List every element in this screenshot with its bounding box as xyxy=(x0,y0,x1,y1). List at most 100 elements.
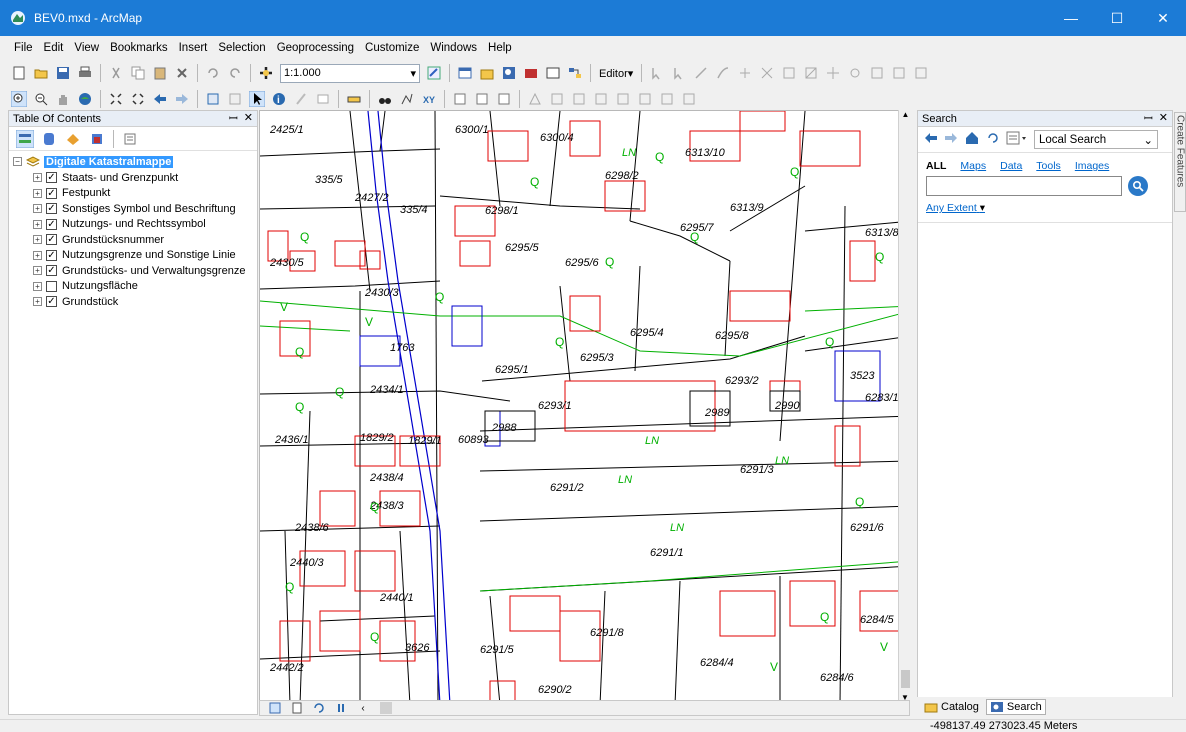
create-features-icon[interactable] xyxy=(912,64,930,82)
expand-icon[interactable]: + xyxy=(33,188,42,198)
zoom-out-icon[interactable] xyxy=(32,90,50,108)
tab-search[interactable]: Search xyxy=(985,699,1046,715)
zoom-in-icon[interactable] xyxy=(10,90,28,108)
list-by-drawing-order-icon[interactable] xyxy=(15,129,35,149)
toc-layer-item[interactable]: + ✓ Nutzungs- und Rechtssymbol xyxy=(9,217,257,233)
new-icon[interactable] xyxy=(10,64,28,82)
model-builder-icon[interactable] xyxy=(566,64,584,82)
toc-layer-item[interactable]: + ✓ Festpunkt xyxy=(9,186,257,202)
pause-drawing-icon[interactable] xyxy=(332,699,350,717)
edit-tool-icon[interactable] xyxy=(648,64,666,82)
menu-windows[interactable]: Windows xyxy=(430,42,477,54)
scroll-thumb[interactable] xyxy=(901,670,910,688)
advanced-editing-icon[interactable] xyxy=(636,90,654,108)
fixed-zoom-out-icon[interactable] xyxy=(129,90,147,108)
map-scale-dropdown[interactable]: 1:1.000 ▾ xyxy=(280,63,420,83)
extent-dropdown[interactable]: Any Extent ▾ xyxy=(918,196,1172,214)
clear-selection-icon[interactable] xyxy=(226,90,244,108)
catalog-window-icon[interactable] xyxy=(478,64,496,82)
cut-polygons-icon[interactable] xyxy=(802,64,820,82)
html-popup-icon[interactable] xyxy=(314,90,332,108)
map-view[interactable]: 2425/1 6300/1 6300/4 6313/10 335/5 2427/2 6298… xyxy=(259,110,910,704)
topology-icon[interactable] xyxy=(526,90,544,108)
add-data-icon[interactable] xyxy=(257,64,275,82)
parcel-editor-icon[interactable] xyxy=(614,90,632,108)
tab-catalog[interactable]: Catalog xyxy=(921,700,982,714)
local-search-dropdown[interactable]: Local Search ⌄ xyxy=(1034,130,1158,149)
menu-selection[interactable]: Selection xyxy=(218,42,265,54)
menu-help[interactable]: Help xyxy=(488,42,512,54)
refresh-icon[interactable] xyxy=(986,131,1000,148)
forward-extent-icon[interactable] xyxy=(173,90,191,108)
identify-icon[interactable]: i xyxy=(270,90,288,108)
layer-visibility-checkbox[interactable]: ✓ xyxy=(46,218,57,230)
search-go-button[interactable] xyxy=(1128,176,1148,196)
close-icon[interactable]: ✕ xyxy=(244,111,253,126)
layer-visibility-checkbox[interactable]: ✓ xyxy=(46,172,57,184)
open-icon[interactable] xyxy=(32,64,50,82)
layer-visibility-checkbox[interactable]: ✓ xyxy=(46,187,57,199)
geometric-network-icon[interactable] xyxy=(680,90,698,108)
toc-layer-item[interactable]: + ✓ Grundstücks- und Verwaltungsgrenze xyxy=(9,263,257,279)
full-extent-icon[interactable] xyxy=(76,90,94,108)
expand-icon[interactable]: + xyxy=(33,219,42,229)
viewer-window-icon[interactable] xyxy=(473,90,491,108)
edit-annotation-icon[interactable] xyxy=(670,64,688,82)
expand-icon[interactable]: + xyxy=(33,266,42,276)
expand-icon[interactable]: + xyxy=(33,173,42,183)
expand-icon[interactable]: + xyxy=(33,204,42,214)
cadastral-map[interactable]: 2425/1 6300/1 6300/4 6313/10 335/5 2427/2 6298… xyxy=(260,111,910,704)
menu-edit[interactable]: Edit xyxy=(44,42,64,54)
select-elements-icon[interactable] xyxy=(248,90,266,108)
back-icon[interactable] xyxy=(924,132,938,147)
time-slider-icon[interactable] xyxy=(451,90,469,108)
find-route-icon[interactable] xyxy=(398,90,416,108)
scroll-up-icon[interactable]: ▲ xyxy=(899,110,912,122)
fixed-zoom-in-icon[interactable] xyxy=(107,90,125,108)
expand-icon[interactable]: + xyxy=(33,250,42,260)
paste-icon[interactable] xyxy=(151,64,169,82)
spatial-adjustment-icon[interactable] xyxy=(570,90,588,108)
expand-icon[interactable]: + xyxy=(33,281,42,291)
maximize-button[interactable]: ☐ xyxy=(1094,0,1140,36)
home-icon[interactable] xyxy=(964,131,980,148)
magnifier-icon[interactable] xyxy=(495,90,513,108)
save-icon[interactable] xyxy=(54,64,72,82)
layer-visibility-checkbox[interactable]: ✓ xyxy=(46,203,57,215)
layer-visibility-checkbox[interactable]: ✓ xyxy=(46,249,57,261)
toc-options-icon[interactable] xyxy=(120,129,140,149)
arctoolbox-icon[interactable] xyxy=(522,64,540,82)
sketch-properties-icon[interactable] xyxy=(890,64,908,82)
toc-layer-item[interactable]: + ✓ Nutzungsgrenze und Sonstige Linie xyxy=(9,248,257,264)
list-by-visibility-icon[interactable] xyxy=(63,129,83,149)
cogo-icon[interactable] xyxy=(592,90,610,108)
undo-icon[interactable] xyxy=(204,64,222,82)
table-of-contents-icon[interactable] xyxy=(456,64,474,82)
refresh-icon[interactable] xyxy=(310,699,328,717)
tab-maps[interactable]: Maps xyxy=(960,160,986,172)
split-icon[interactable] xyxy=(824,64,842,82)
hyperlink-icon[interactable] xyxy=(292,90,310,108)
pin-icon[interactable]: ꟷ xyxy=(1144,111,1153,126)
layer-visibility-checkbox[interactable]: ✓ xyxy=(46,296,57,308)
data-view-icon[interactable] xyxy=(266,699,284,717)
versioning-icon[interactable] xyxy=(658,90,676,108)
menu-view[interactable]: View xyxy=(74,42,99,54)
toc-layer-item[interactable]: + ✓ Grundstücksnummer xyxy=(9,232,257,248)
trace-icon[interactable] xyxy=(714,64,732,82)
reshape-icon[interactable] xyxy=(780,64,798,82)
menu-bookmarks[interactable]: Bookmarks xyxy=(110,42,168,54)
search-input[interactable] xyxy=(926,176,1122,196)
minimize-button[interactable]: — xyxy=(1048,0,1094,36)
search-window-icon[interactable] xyxy=(500,64,518,82)
layout-view-icon[interactable] xyxy=(288,699,306,717)
layer-visibility-checkbox[interactable] xyxy=(46,280,57,292)
layer-visibility-checkbox[interactable]: ✓ xyxy=(46,234,57,246)
tab-images[interactable]: Images xyxy=(1075,160,1109,172)
measure-icon[interactable] xyxy=(345,90,363,108)
layer-visibility-checkbox[interactable]: ✓ xyxy=(46,265,57,277)
python-window-icon[interactable] xyxy=(544,64,562,82)
tab-all[interactable]: ALL xyxy=(926,160,946,172)
scroll-left-icon[interactable]: ‹ xyxy=(354,699,372,717)
expand-icon[interactable]: + xyxy=(33,235,42,245)
